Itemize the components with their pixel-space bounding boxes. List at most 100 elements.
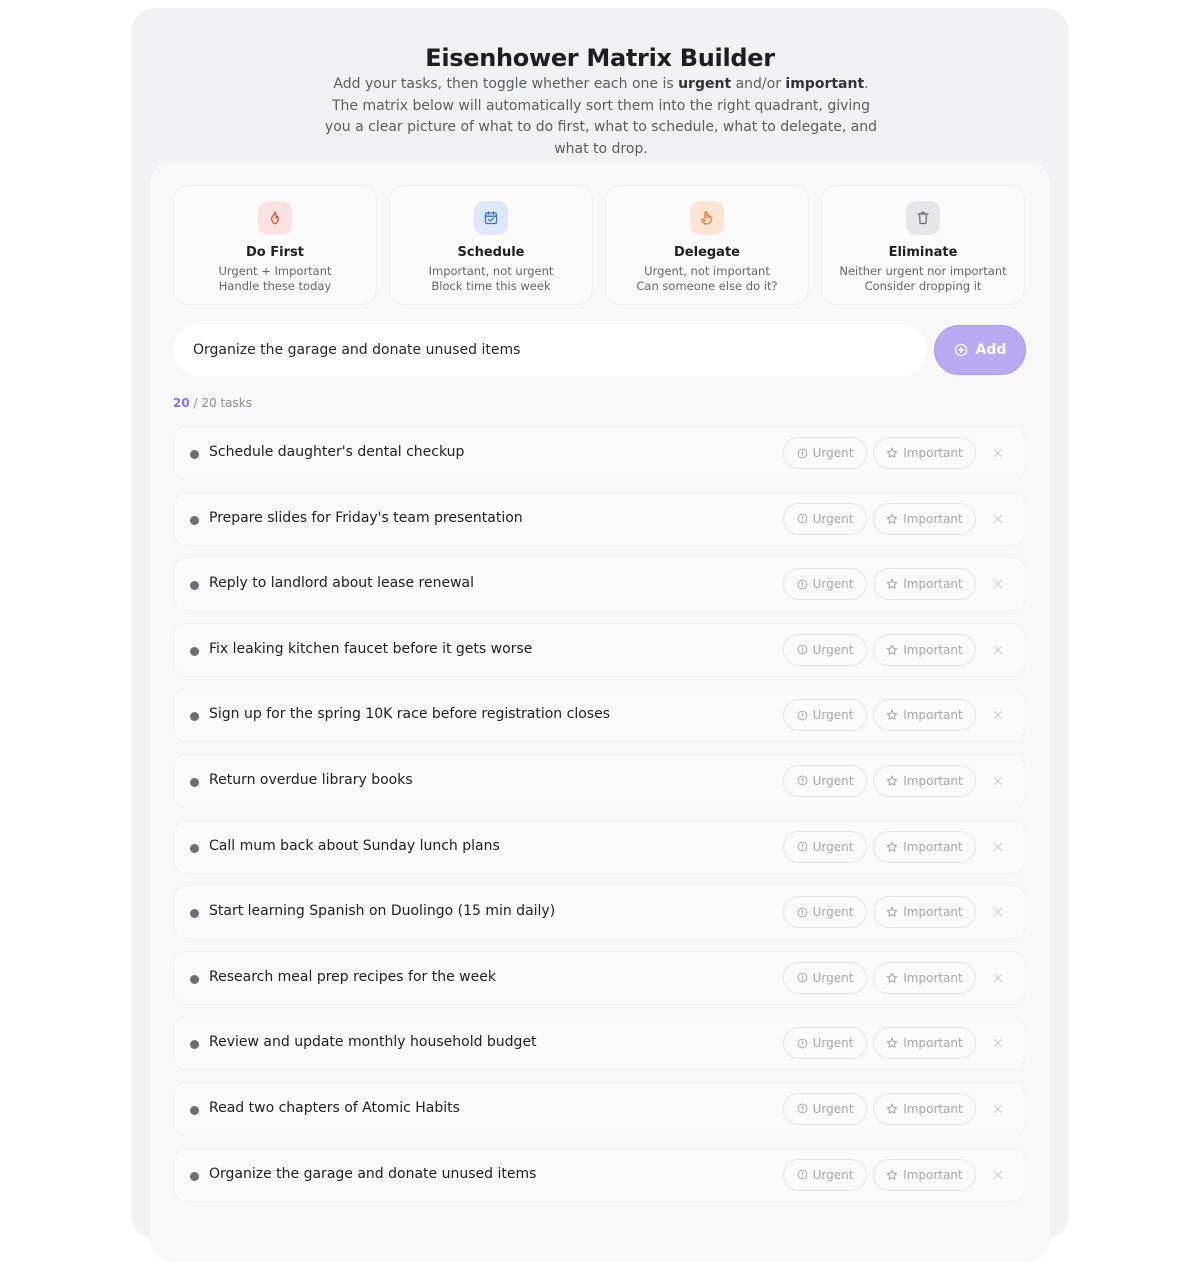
intro-important-keyword: important xyxy=(785,76,865,92)
star-icon xyxy=(886,447,898,458)
close-icon xyxy=(993,842,1003,851)
urgent-toggle[interactable]: Urgent xyxy=(783,633,867,666)
important-toggle[interactable]: Important xyxy=(873,896,976,929)
trash-icon xyxy=(906,201,940,235)
star-icon xyxy=(886,710,898,721)
urgent-toggle-label: Urgent xyxy=(812,511,854,526)
task-status-dot xyxy=(190,581,199,591)
urgent-toggle[interactable]: Urgent xyxy=(783,502,867,535)
quadrant-title: Do First xyxy=(246,245,304,260)
task-text: Schedule daughter's dental checkup xyxy=(209,444,465,460)
app-card: Eisenhower Matrix Builder Add your tasks… xyxy=(131,8,1069,1262)
task-list: Schedule daughter's dental checkup Urgen… xyxy=(173,426,1026,1213)
quadrant-do-first: Do First Urgent + Important Handle these… xyxy=(173,185,377,305)
urgent-toggle[interactable]: Urgent xyxy=(783,961,867,994)
close-icon xyxy=(993,448,1003,458)
task-text: Prepare slides for Friday's team present… xyxy=(209,509,523,526)
important-toggle[interactable]: Important xyxy=(873,1158,976,1191)
urgent-toggle-label: Urgent xyxy=(812,577,854,592)
remove-task-button[interactable] xyxy=(991,708,1005,722)
remove-task-button[interactable] xyxy=(991,512,1005,526)
task-count: 20 xyxy=(173,396,190,410)
urgent-toggle-label: Urgent xyxy=(812,970,854,985)
important-toggle[interactable]: Important xyxy=(873,1092,976,1125)
task-text: Read two chapters of Atomic Habits xyxy=(209,1099,460,1116)
remove-task-button[interactable] xyxy=(991,774,1005,788)
task-row: Start learning Spanish on Duolingo (15 m… xyxy=(173,885,1026,940)
page-title: Eisenhower Matrix Builder xyxy=(425,44,775,72)
important-toggle-label: Important xyxy=(903,1101,963,1116)
task-counter: 20 / 20 tasks xyxy=(173,396,252,410)
remove-task-button[interactable] xyxy=(991,1036,1005,1050)
important-toggle-label: Important xyxy=(903,708,963,723)
task-status-dot xyxy=(190,1171,199,1181)
alert-circle-icon xyxy=(797,1104,807,1114)
star-icon xyxy=(886,578,898,589)
plus-circle-icon xyxy=(954,343,967,357)
alert-circle-icon xyxy=(797,579,807,590)
urgent-toggle[interactable]: Urgent xyxy=(783,568,867,601)
calendar-check-icon xyxy=(474,201,508,235)
task-row: Research meal prep recipes for the week … xyxy=(173,950,1026,1005)
quadrant-title: Schedule xyxy=(457,245,525,260)
star-icon xyxy=(886,1037,898,1049)
star-icon xyxy=(886,775,898,786)
important-toggle-label: Important xyxy=(903,905,963,920)
urgent-toggle[interactable]: Urgent xyxy=(783,1158,867,1191)
remove-task-button[interactable] xyxy=(991,446,1005,460)
urgent-toggle-label: Urgent xyxy=(812,708,854,723)
quadrant-hint: Consider dropping it xyxy=(864,279,982,293)
important-toggle[interactable]: Important xyxy=(873,633,976,666)
task-text: Fix leaking kitchen faucet before it get… xyxy=(209,640,533,657)
urgent-toggle[interactable]: Urgent xyxy=(783,1027,867,1060)
task-row: Call mum back about Sunday lunch plans U… xyxy=(173,819,1026,874)
important-toggle[interactable]: Important xyxy=(873,502,976,535)
urgent-toggle[interactable]: Urgent xyxy=(783,437,867,469)
urgent-toggle-label: Urgent xyxy=(812,1101,854,1116)
task-input[interactable] xyxy=(173,324,926,376)
urgent-toggle[interactable]: Urgent xyxy=(783,830,867,863)
important-toggle-label: Important xyxy=(903,511,963,526)
important-toggle[interactable]: Important xyxy=(873,961,976,994)
close-icon xyxy=(993,908,1003,917)
close-icon xyxy=(993,973,1003,982)
important-toggle-label: Important xyxy=(903,577,963,592)
task-status-dot xyxy=(190,515,199,525)
task-text: Return overdue library books xyxy=(209,771,413,788)
important-toggle-label: Important xyxy=(903,446,963,460)
urgent-toggle-label: Urgent xyxy=(812,839,854,854)
quadrant-criteria: Urgent, not important xyxy=(644,264,770,278)
task-status-dot xyxy=(190,777,199,787)
task-text: Organize the garage and donate unused it… xyxy=(209,1165,537,1182)
important-toggle[interactable]: Important xyxy=(873,699,976,732)
remove-task-button[interactable] xyxy=(991,905,1005,919)
task-row: Read two chapters of Atomic Habits Urgen… xyxy=(173,1081,1026,1136)
remove-task-button[interactable] xyxy=(991,971,1005,985)
urgent-toggle[interactable]: Urgent xyxy=(783,764,867,797)
quadrant-hint: Handle these today xyxy=(218,279,332,293)
close-icon xyxy=(993,1104,1003,1114)
important-toggle[interactable]: Important xyxy=(873,764,976,797)
urgent-toggle[interactable]: Urgent xyxy=(783,699,867,732)
remove-task-button[interactable] xyxy=(991,1168,1005,1182)
task-row: Reply to landlord about lease renewal Ur… xyxy=(173,557,1026,612)
remove-task-button[interactable] xyxy=(991,1102,1005,1116)
urgent-toggle[interactable]: Urgent xyxy=(783,1092,867,1125)
important-toggle[interactable]: Important xyxy=(873,568,976,601)
important-toggle[interactable]: Important xyxy=(873,437,976,469)
important-toggle-label: Important xyxy=(903,1036,963,1051)
urgent-toggle[interactable]: Urgent xyxy=(783,896,867,929)
close-icon xyxy=(993,1170,1003,1179)
important-toggle[interactable]: Important xyxy=(873,1027,976,1060)
star-icon xyxy=(886,644,898,655)
urgent-toggle-label: Urgent xyxy=(812,1036,854,1051)
flame-icon xyxy=(258,201,292,235)
quadrant-criteria: Urgent + Important xyxy=(218,264,332,278)
important-toggle[interactable]: Important xyxy=(873,830,976,863)
task-composer: Add xyxy=(173,324,1026,376)
alert-circle-icon xyxy=(797,1169,807,1180)
add-task-button[interactable]: Add xyxy=(934,325,1026,375)
remove-task-button[interactable] xyxy=(991,577,1005,591)
remove-task-button[interactable] xyxy=(991,840,1005,854)
remove-task-button[interactable] xyxy=(991,643,1005,657)
